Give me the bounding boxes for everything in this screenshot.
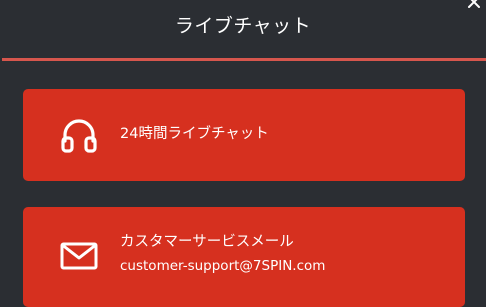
envelope-icon	[59, 236, 99, 276]
live-chat-option[interactable]: 24時間ライブチャット	[23, 89, 465, 181]
support-email-address[interactable]: customer-support@7SPIN.com	[120, 255, 325, 277]
headphones-icon	[59, 116, 99, 156]
close-icon[interactable]	[466, 0, 482, 10]
customer-service-email-option[interactable]: カスタマーサービスメール customer-support@7SPIN.com	[23, 207, 465, 307]
header-divider	[2, 58, 486, 61]
modal-title: ライブチャット	[174, 15, 312, 37]
live-chat-label: 24時間ライブチャット	[120, 126, 269, 142]
email-service-label: カスタマーサービスメール	[120, 234, 294, 250]
modal-header: ライブチャット	[0, 0, 486, 58]
